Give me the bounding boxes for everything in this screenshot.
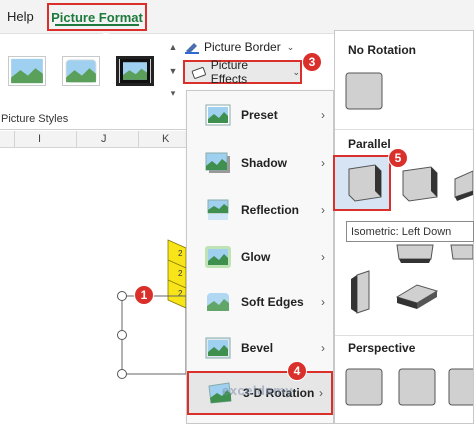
menu-item-soft-edges[interactable]: Soft Edges › xyxy=(187,280,333,324)
isometric-left-down-shape xyxy=(348,164,382,202)
column-header-row: I J K xyxy=(0,131,186,148)
menu-item-label: Bevel xyxy=(241,341,274,355)
off-axis-left-shape[interactable] xyxy=(349,269,375,315)
isometric-right-up-shape[interactable] xyxy=(397,163,441,203)
menu-item-label: Shadow xyxy=(241,156,288,170)
step-badge-1: 1 xyxy=(134,285,154,305)
menu-item-preset[interactable]: Preset › xyxy=(187,93,333,137)
selected-picture[interactable]: 2 2 2 xyxy=(0,148,187,424)
chevron-right-icon: › xyxy=(319,386,323,400)
chevron-right-icon: › xyxy=(321,341,325,355)
glow-icon xyxy=(205,246,231,268)
isometric-off-axis-2-shape[interactable] xyxy=(447,243,473,263)
menu-item-label: Soft Edges xyxy=(241,295,304,309)
isometric-top-up-shape[interactable] xyxy=(451,167,473,201)
column-header-i[interactable]: I xyxy=(38,133,41,145)
no-rotation-heading: No Rotation xyxy=(348,43,416,57)
svg-text:2: 2 xyxy=(178,249,183,258)
effects-icon xyxy=(191,67,206,79)
isometric-left-down-option[interactable] xyxy=(333,155,391,211)
column-header-j[interactable]: J xyxy=(101,133,107,145)
picture-styles-label: Picture Styles xyxy=(1,113,69,125)
picture-effects-menu: Preset › Shadow › Reflection › Glow › So… xyxy=(186,90,334,424)
tab-picture-format[interactable]: Picture Format xyxy=(47,3,147,31)
menu-item-label: Glow xyxy=(241,250,271,264)
ribbon-tab-bar: Help Picture Format xyxy=(0,0,474,34)
menu-item-label: Reflection xyxy=(241,203,300,217)
gallery-scroll-up[interactable]: ▲ xyxy=(167,40,179,54)
menu-item-label: Preset xyxy=(241,108,278,122)
menu-item-reflection[interactable]: Reflection › xyxy=(187,188,333,232)
parallel-heading: Parallel xyxy=(348,137,391,151)
gallery-tooltip: Isometric: Left Down xyxy=(346,221,474,242)
soft-edges-icon xyxy=(207,293,229,311)
shadow-icon xyxy=(205,152,230,173)
menu-item-bevel[interactable]: Bevel › xyxy=(187,326,333,370)
gallery-divider xyxy=(335,129,473,130)
worksheet-grid[interactable]: 2 2 2 xyxy=(0,148,187,424)
perspective-left-shape[interactable] xyxy=(397,367,437,407)
gallery-divider xyxy=(335,335,473,336)
chevron-down-icon: ⌄ xyxy=(286,41,295,52)
step-badge-4: 4 xyxy=(287,361,307,381)
svg-text:2: 2 xyxy=(178,269,183,278)
tab-picture-format-label: Picture Format xyxy=(51,9,143,25)
no-rotation-shape[interactable] xyxy=(344,71,384,111)
svg-text:2: 2 xyxy=(178,289,183,298)
reflection-icon xyxy=(207,199,229,220)
bevel-icon xyxy=(205,337,231,359)
chevron-right-icon: › xyxy=(321,108,325,122)
picture-border-label: Picture Border xyxy=(204,40,281,54)
picture-effects-label: Picture Effects xyxy=(210,58,249,86)
chevron-right-icon: › xyxy=(321,203,325,217)
tab-help[interactable]: Help xyxy=(7,9,34,24)
picture-style-black-frame[interactable] xyxy=(116,56,154,86)
column-separator xyxy=(138,131,139,148)
chevron-right-icon: › xyxy=(321,295,325,309)
menu-item-glow[interactable]: Glow › xyxy=(187,235,333,279)
chevron-right-icon: › xyxy=(321,250,325,264)
step-badge-5: 5 xyxy=(388,148,408,168)
gallery-scroll-down[interactable]: ▼ xyxy=(167,64,179,78)
picture-style-soft-edge[interactable] xyxy=(62,56,100,86)
isometric-off-axis-shape[interactable] xyxy=(395,243,435,263)
ribbon-picture-styles-group: ▲ ▼ ▾ Picture Styles xyxy=(0,34,186,130)
step-badge-3: 3 xyxy=(302,52,322,72)
chevron-down-icon: ⌄ xyxy=(292,66,300,77)
gallery-more[interactable]: ▾ xyxy=(167,86,179,100)
picture-effects-button[interactable]: Picture Effects ⌄ xyxy=(183,58,302,86)
perspective-right-shape[interactable] xyxy=(447,367,473,407)
column-separator xyxy=(76,131,77,148)
off-axis-bottom-shape[interactable] xyxy=(395,281,439,311)
column-separator xyxy=(14,131,15,148)
perspective-heading: Perspective xyxy=(348,341,416,355)
pencil-icon xyxy=(185,43,199,54)
menu-item-shadow[interactable]: Shadow › xyxy=(187,141,333,185)
column-header-k[interactable]: K xyxy=(162,133,169,145)
chevron-right-icon: › xyxy=(321,156,325,170)
picture-border-button[interactable]: Picture Border ⌄ xyxy=(184,38,294,56)
perspective-front-shape[interactable] xyxy=(344,367,384,407)
watermark: exceldemy xyxy=(222,383,293,398)
picture-style-simple-frame[interactable] xyxy=(8,56,46,86)
preset-icon xyxy=(205,104,231,126)
